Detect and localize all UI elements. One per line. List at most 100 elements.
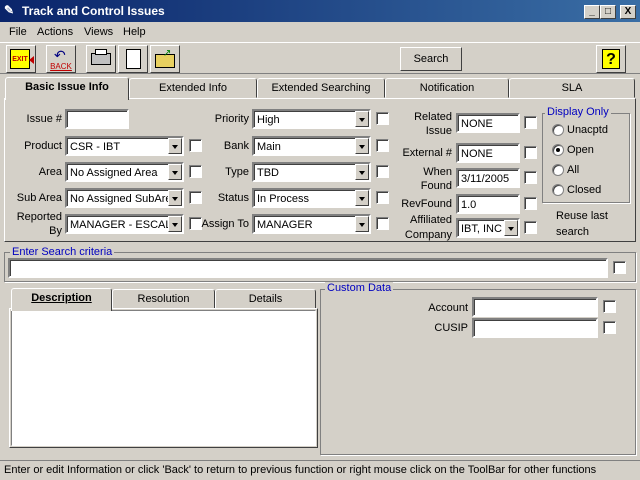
menu-help[interactable]: Help bbox=[123, 26, 146, 38]
radio-all-label: All bbox=[567, 164, 580, 176]
tab-resolution[interactable]: Resolution bbox=[112, 289, 215, 309]
radio-open-label: Open bbox=[567, 144, 594, 156]
tab-extended-searching[interactable]: Extended Searching bbox=[257, 78, 385, 98]
chevron-down-icon[interactable] bbox=[504, 220, 518, 236]
radio-unacptd[interactable] bbox=[552, 124, 564, 136]
open-folder-button[interactable]: ↗ bbox=[150, 45, 180, 73]
account-checkbox[interactable] bbox=[603, 300, 616, 313]
reuse-last-search-label-2: search bbox=[556, 226, 590, 238]
radio-all[interactable] bbox=[552, 164, 564, 176]
chevron-down-icon[interactable] bbox=[168, 164, 182, 180]
chevron-down-icon[interactable] bbox=[355, 164, 369, 180]
help-icon: ? bbox=[602, 49, 620, 69]
revfound-checkbox[interactable] bbox=[524, 197, 537, 210]
back-arrow-icon: ↶ bbox=[54, 47, 66, 63]
tab-sla[interactable]: SLA bbox=[509, 78, 635, 98]
menu-actions[interactable]: Actions bbox=[37, 26, 73, 38]
area-select[interactable]: No Assigned Area bbox=[65, 162, 184, 182]
status-value: In Process bbox=[257, 193, 309, 205]
chevron-down-icon[interactable] bbox=[355, 111, 369, 127]
area-value: No Assigned Area bbox=[70, 167, 158, 179]
when-found-label-2: Found bbox=[420, 180, 452, 192]
related-issue-checkbox[interactable] bbox=[524, 116, 537, 129]
bank-label: Bank bbox=[223, 140, 249, 152]
issue-label: Issue # bbox=[26, 113, 62, 125]
search-criteria-checkbox[interactable] bbox=[613, 261, 626, 274]
chevron-down-icon[interactable] bbox=[355, 216, 369, 232]
reuse-last-search-label-1: Reuse last bbox=[556, 210, 608, 222]
tab-notification[interactable]: Notification bbox=[385, 78, 509, 98]
subarea-value: No Assigned SubArea bbox=[70, 193, 178, 205]
type-label: Type bbox=[225, 166, 249, 178]
back-label: BACK bbox=[50, 62, 72, 71]
external-number-checkbox[interactable] bbox=[524, 146, 537, 159]
exit-arrow-icon bbox=[29, 56, 34, 64]
related-issue-label-1: Related bbox=[414, 111, 452, 123]
bank-checkbox[interactable] bbox=[376, 139, 389, 152]
revfound-field[interactable]: 1.0 bbox=[456, 194, 520, 214]
reported-label-1: Reported bbox=[16, 211, 62, 223]
app-icon: ✎ bbox=[4, 3, 15, 17]
title-bar: ✎ Track and Control Issues _ □ X bbox=[0, 0, 640, 22]
back-button[interactable]: ↶ BACK bbox=[46, 45, 76, 73]
subarea-select[interactable]: No Assigned SubArea bbox=[65, 188, 184, 208]
priority-label: Priority bbox=[214, 113, 249, 125]
type-select[interactable]: TBD bbox=[252, 162, 371, 182]
chevron-down-icon[interactable] bbox=[168, 190, 182, 206]
cusip-checkbox[interactable] bbox=[603, 321, 616, 334]
issue-number-field[interactable] bbox=[65, 109, 129, 129]
priority-checkbox[interactable] bbox=[376, 112, 389, 125]
affiliated-company-select[interactable]: IBT, INC bbox=[456, 218, 520, 238]
account-field[interactable] bbox=[472, 297, 598, 317]
help-button[interactable]: ? bbox=[596, 45, 626, 73]
priority-select[interactable]: High bbox=[252, 109, 371, 129]
affiliated-company-checkbox[interactable] bbox=[524, 221, 537, 234]
status-checkbox[interactable] bbox=[376, 191, 389, 204]
close-button[interactable]: X bbox=[620, 5, 636, 19]
product-select[interactable]: CSR - IBT bbox=[65, 136, 184, 156]
type-checkbox[interactable] bbox=[376, 165, 389, 178]
tab-description-label: Description bbox=[31, 292, 92, 304]
tab-basic-issue-info[interactable]: Basic Issue Info bbox=[5, 77, 129, 100]
bank-select[interactable]: Main bbox=[252, 136, 371, 156]
print-button[interactable] bbox=[86, 45, 116, 73]
product-value: CSR - IBT bbox=[70, 141, 121, 153]
chevron-down-icon[interactable] bbox=[168, 138, 182, 154]
chevron-down-icon[interactable] bbox=[355, 138, 369, 154]
chevron-down-icon[interactable] bbox=[355, 190, 369, 206]
status-select[interactable]: In Process bbox=[252, 188, 371, 208]
menu-views[interactable]: Views bbox=[84, 26, 113, 38]
minimize-button[interactable]: _ bbox=[584, 5, 600, 19]
toolbar: EXIT ↶ BACK ↗ Search ? bbox=[0, 42, 640, 74]
bank-value: Main bbox=[257, 141, 281, 153]
tab-description[interactable]: Description bbox=[11, 288, 112, 311]
radio-closed[interactable] bbox=[552, 184, 564, 196]
tab-extended-info[interactable]: Extended Info bbox=[129, 78, 257, 98]
related-issue-label-2: Issue bbox=[425, 125, 452, 137]
affiliated-company-label-1: Affiliated bbox=[410, 214, 452, 226]
menu-file[interactable]: File bbox=[9, 26, 27, 38]
status-bar: Enter or edit Information or click 'Back… bbox=[0, 460, 640, 480]
reported-by-select[interactable]: MANAGER - ESCALA bbox=[65, 214, 184, 234]
maximize-button[interactable]: □ bbox=[600, 5, 616, 19]
cusip-label: CUSIP bbox=[434, 322, 468, 334]
when-found-checkbox[interactable] bbox=[524, 171, 537, 184]
menu-bar: File Actions Views Help bbox=[0, 22, 640, 42]
assign-to-checkbox[interactable] bbox=[376, 217, 389, 230]
when-found-field[interactable]: 3/11/2005 bbox=[456, 168, 520, 188]
exit-button[interactable]: EXIT bbox=[6, 45, 36, 73]
search-button[interactable]: Search bbox=[400, 47, 462, 71]
radio-open[interactable] bbox=[552, 144, 564, 156]
printer-paper-icon bbox=[95, 49, 107, 55]
related-issue-field[interactable]: NONE bbox=[456, 113, 520, 133]
tab-details[interactable]: Details bbox=[215, 289, 316, 309]
new-document-button[interactable] bbox=[118, 45, 148, 73]
assign-to-label: Assign To bbox=[201, 218, 250, 230]
description-textarea[interactable] bbox=[11, 310, 316, 446]
search-criteria-input[interactable] bbox=[8, 258, 608, 278]
assign-to-select[interactable]: MANAGER bbox=[252, 214, 371, 234]
external-number-field[interactable]: NONE bbox=[456, 143, 520, 163]
cusip-field[interactable] bbox=[472, 318, 598, 338]
subarea-label: Sub Area bbox=[16, 192, 62, 204]
chevron-down-icon[interactable] bbox=[168, 216, 182, 232]
